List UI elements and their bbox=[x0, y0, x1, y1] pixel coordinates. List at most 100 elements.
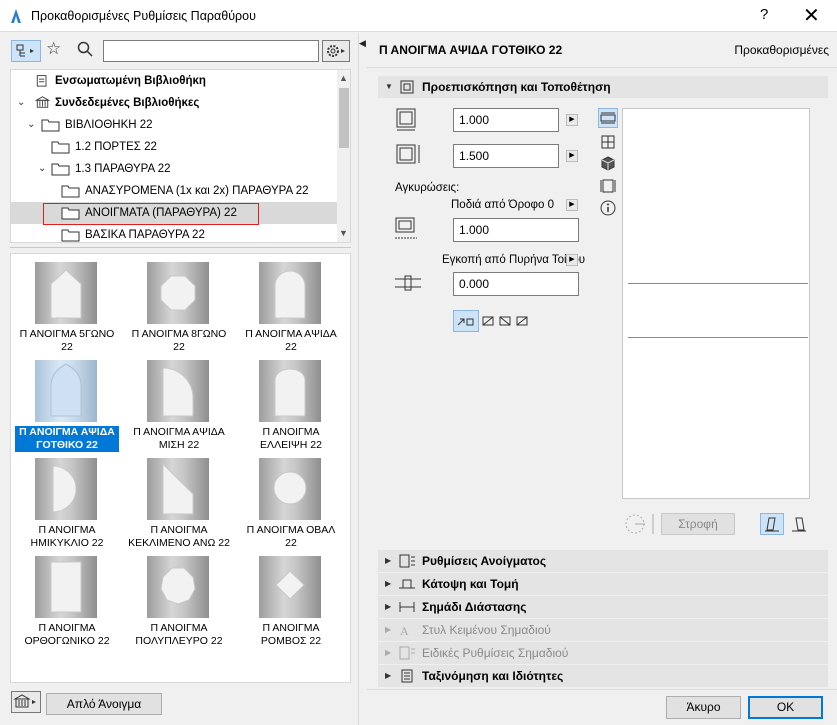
triangle-right-icon: ▶ bbox=[385, 671, 392, 680]
favorites-star-icon[interactable]: ☆ bbox=[46, 39, 61, 59]
panel-divider[interactable] bbox=[358, 33, 367, 725]
triangle-right-icon: ▶ bbox=[385, 648, 392, 657]
folder-icon bbox=[61, 229, 80, 242]
library-tree[interactable]: Ενσωματωμένη Βιβλιοθήκη ⌄ Συνδεδεμένες Β… bbox=[10, 69, 351, 243]
tree-item-library-22[interactable]: ⌄ ΒΙΒΛΙΟΘΗΚΗ 22 bbox=[11, 114, 337, 136]
info-icon[interactable] bbox=[598, 198, 618, 218]
folder-view-toggle[interactable] bbox=[11, 40, 41, 62]
tree-scrollbar[interactable]: ▲ ▼ bbox=[337, 70, 350, 242]
ok-button[interactable]: OK bbox=[748, 696, 823, 719]
3d-view-icon[interactable] bbox=[598, 154, 618, 174]
tree-item-label: ΒΑΣΙΚΑ ΠΑΡΑΘΥΡΑ 22 bbox=[85, 229, 205, 241]
search-icon[interactable] bbox=[77, 41, 93, 57]
scroll-down-icon[interactable]: ▼ bbox=[339, 228, 348, 238]
sill-anchor-label: Ποδιά από Όροφο 0 bbox=[451, 199, 554, 211]
tree-item-linked-libraries[interactable]: ⌄ Συνδεδεμένες Βιβλιοθήκες bbox=[11, 92, 337, 114]
plan-section-icon bbox=[399, 579, 415, 589]
object-thumbnail bbox=[35, 556, 97, 618]
section-marker-text-style[interactable]: ▶ A Στυλ Κειμένου Σημαδιού bbox=[378, 619, 828, 641]
elevation-view-icon[interactable] bbox=[598, 176, 618, 196]
mirror-on-icon[interactable] bbox=[788, 514, 810, 534]
object-item-semicircle[interactable]: Π ΑΝΟΙΓΜΑ ΗΜΙΚΥΚΛΙΟ 22 bbox=[11, 454, 123, 552]
library-icon bbox=[13, 694, 36, 708]
width-field[interactable]: 1.000 bbox=[453, 108, 559, 132]
object-item-rectangle[interactable]: Π ΑΝΟΙΓΜΑ ΟΡΘΟΓΩΝΙΚΟ 22 bbox=[11, 552, 123, 650]
object-caption: Π ΑΝΟΙΓΜΑ ΠΟΛΥΠΛΕΥΡΟ 22 bbox=[135, 622, 223, 647]
object-item-half-arch[interactable]: Π ΑΝΟΙΓΜΑ ΑΨΙΔΑ ΜΙΣΗ 22 bbox=[123, 356, 235, 454]
reveal-anchor-dropdown[interactable]: ▶ bbox=[566, 254, 578, 266]
height-field[interactable]: 1.500 bbox=[453, 144, 559, 168]
folder-icon bbox=[51, 163, 70, 176]
sill-anchor-dropdown[interactable]: ▶ bbox=[566, 199, 578, 211]
object-item-octagon[interactable]: Π ΑΝΟΙΓΜΑ 8ΓΩΝΟ 22 bbox=[123, 258, 235, 356]
object-thumbnail bbox=[35, 360, 97, 422]
chevron-down-icon[interactable]: ⌄ bbox=[27, 114, 39, 136]
anchor-mode-2-icon[interactable] bbox=[480, 313, 496, 329]
section-marker-custom-settings[interactable]: ▶ Ειδικές Ρυθμίσεις Σημαδιού bbox=[378, 642, 828, 664]
collapse-panel-icon[interactable]: ◀ bbox=[359, 38, 366, 49]
scroll-thumb[interactable] bbox=[339, 88, 349, 148]
tree-item-basic-windows[interactable]: ΒΑΣΙΚΑ ΠΑΡΑΘΥΡΑ 22 bbox=[11, 224, 337, 242]
object-thumbnail bbox=[147, 360, 209, 422]
object-item-oval[interactable]: Π ΑΝΟΙΓΜΑ ΟΒΑΛ 22 bbox=[235, 454, 347, 552]
tree-item-label: 1.2 ΠΟΡΤΕΣ 22 bbox=[75, 141, 157, 153]
section-opening-settings[interactable]: ▶ Ρυθμίσεις Ανοίγματος bbox=[378, 550, 828, 572]
simple-opening-button[interactable]: Απλό Άνοιγμα bbox=[46, 693, 162, 715]
object-item-pentagon[interactable]: Π ΑΝΟΙΓΜΑ 5ΓΩΝΟ 22 bbox=[11, 258, 123, 356]
object-caption: Π ΑΝΟΙΓΜΑ 5ΓΩΝΟ 22 bbox=[19, 328, 115, 353]
object-item-gothic-arch[interactable]: Π ΑΝΟΙΓΜΑ ΑΨΙΔΑ ΓΟΤΘΙΚΟ 22 bbox=[11, 356, 123, 454]
section-plan-section[interactable]: ▶ Κάτοψη και Τομή bbox=[378, 573, 828, 595]
help-button[interactable]: ? bbox=[760, 6, 768, 23]
library-toolbar: ☆ bbox=[0, 33, 358, 69]
preview-canvas[interactable] bbox=[622, 108, 810, 499]
object-item-slanted[interactable]: Π ΑΝΟΙΓΜΑ ΚΕΚΛΙΜΕΝΟ ΑΝΩ 22 bbox=[123, 454, 235, 552]
slanted-window-icon bbox=[162, 462, 194, 515]
object-caption: Π ΑΝΟΙΓΜΑ ΑΨΙΔΑ ΜΙΣΗ 22 bbox=[133, 426, 225, 451]
chevron-down-icon[interactable]: ⌄ bbox=[17, 92, 29, 114]
archicad-app-icon bbox=[11, 9, 21, 23]
object-item-rhombus[interactable]: Π ΑΝΟΙΓΜΑ ΡΟΜΒΟΣ 22 bbox=[235, 552, 347, 650]
section-label: Στυλ Κειμένου Σημαδιού bbox=[422, 623, 551, 637]
object-thumbnail bbox=[147, 556, 209, 618]
tree-item-label: Συνδεδεμένες Βιβλιοθήκες bbox=[55, 97, 200, 109]
view-section-button[interactable] bbox=[598, 108, 618, 128]
plan-view-icon[interactable] bbox=[598, 132, 618, 152]
object-caption: Π ΑΝΟΙΓΜΑ ΟΡΘΟΓΩΝΙΚΟ 22 bbox=[24, 622, 110, 647]
library-manager-button[interactable] bbox=[11, 691, 41, 713]
library-settings-button[interactable] bbox=[322, 40, 350, 62]
anchor-mode-1-button[interactable] bbox=[453, 310, 479, 332]
object-item-arch[interactable]: Π ΑΝΟΙΓΜΑ ΑΨΙΔΑ 22 bbox=[235, 258, 347, 356]
section-classification-properties[interactable]: ▶ Ταξινόμηση και Ιδιότητες bbox=[378, 665, 828, 687]
panel-splitter[interactable] bbox=[10, 247, 351, 248]
rectangle-window-icon bbox=[50, 561, 82, 613]
object-item-ellipse[interactable]: Π ΑΝΟΙΓΜΑ ΕΛΛΕΙΨΗ 22 bbox=[235, 356, 347, 454]
rotate-button[interactable]: Στροφή bbox=[661, 513, 735, 535]
anchor-mode-3-icon[interactable] bbox=[497, 313, 513, 329]
object-item-polygon[interactable]: Π ΑΝΟΙΓΜΑ ΠΟΛΥΠΛΕΥΡΟ 22 bbox=[123, 552, 235, 650]
reveal-depth-field[interactable]: 0.000 bbox=[453, 272, 579, 296]
cancel-button[interactable]: Άκυρο bbox=[666, 696, 741, 719]
tree-item-windows[interactable]: ⌄ 1.3 ΠΑΡΑΘΥΡΑ 22 bbox=[11, 158, 337, 180]
height-link-arrow[interactable]: ▶ bbox=[566, 150, 578, 162]
close-button[interactable]: ✕ bbox=[803, 3, 820, 28]
chevron-down-icon[interactable]: ⌄ bbox=[38, 158, 50, 180]
preview-wall-line bbox=[628, 283, 808, 284]
tree-item-doors[interactable]: 1.2 ΠΟΡΤΕΣ 22 bbox=[11, 136, 337, 158]
section-label: Κάτοψη και Τομή bbox=[422, 577, 519, 591]
width-link-arrow[interactable]: ▶ bbox=[566, 114, 578, 126]
scroll-up-icon[interactable]: ▲ bbox=[339, 73, 348, 83]
tree-item-label: Ενσωματωμένη Βιβλιοθήκη bbox=[55, 75, 206, 87]
sill-height-field[interactable]: 1.000 bbox=[453, 218, 579, 242]
tree-item-embedded-library[interactable]: Ενσωματωμένη Βιβλιοθήκη bbox=[11, 70, 337, 92]
mirror-off-button[interactable] bbox=[760, 513, 784, 535]
search-input[interactable] bbox=[103, 40, 319, 62]
section-dimension-marker[interactable]: ▶ Σημάδι Διάστασης bbox=[378, 596, 828, 618]
preview-section-icon bbox=[400, 80, 414, 94]
section-preview-positioning[interactable]: ▼ Προεπισκόπηση και Τοποθέτηση bbox=[378, 76, 828, 98]
anchor-mode-5-icon[interactable] bbox=[522, 313, 538, 329]
pentagon-window-icon bbox=[50, 269, 82, 319]
object-caption: Π ΑΝΟΙΓΜΑ ΕΛΛΕΙΨΗ 22 bbox=[260, 426, 322, 451]
tree-item-sliding-windows[interactable]: ΑΝΑΣΥΡΟΜΕΝΑ (1x και 2x) ΠΑΡΑΘΥΡΑ 22 bbox=[11, 180, 337, 202]
anchor-mode-icon bbox=[457, 318, 474, 326]
oval-window-icon bbox=[273, 471, 307, 505]
